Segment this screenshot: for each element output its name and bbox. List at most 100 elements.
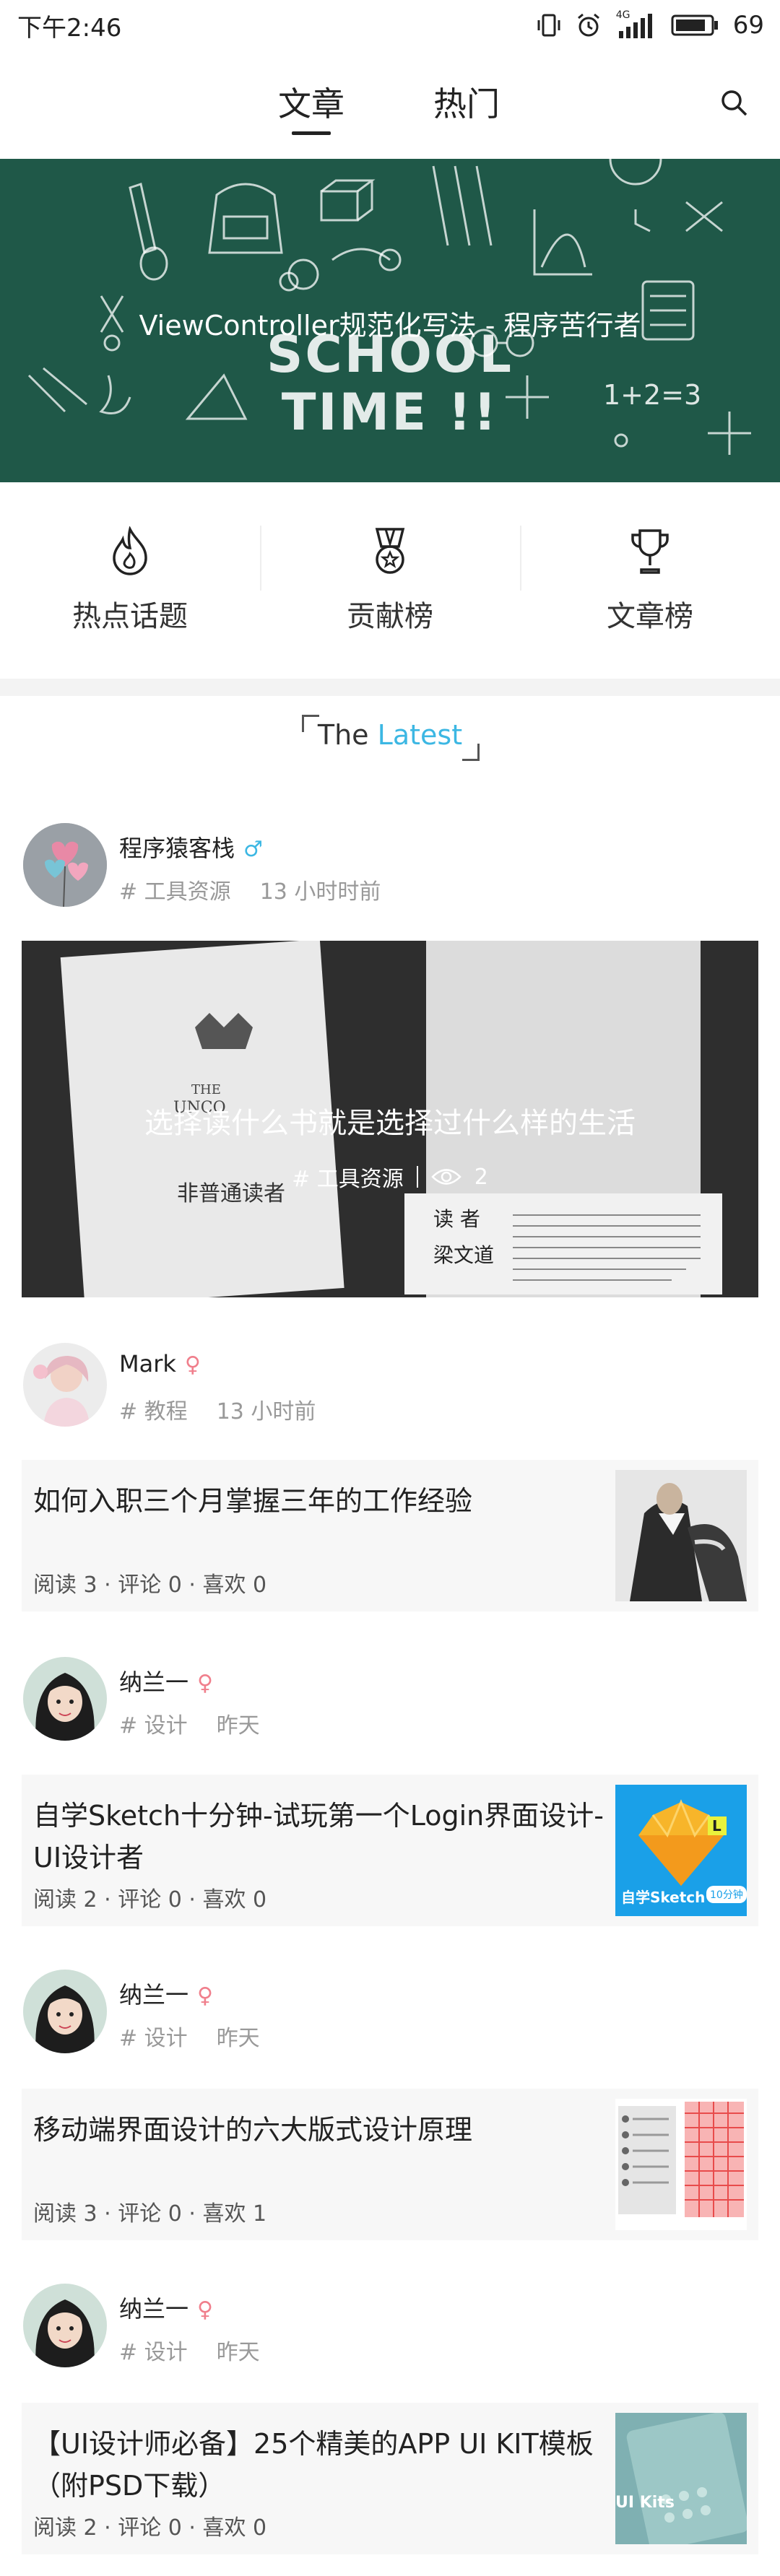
battery-icon bbox=[671, 14, 718, 36]
flame-icon bbox=[113, 526, 147, 575]
eye-icon bbox=[431, 1169, 462, 1185]
active-tab-indicator bbox=[292, 131, 331, 135]
post-meta: # 设计 昨天 bbox=[119, 2334, 260, 2366]
status-time: 下午2:46 bbox=[17, 13, 122, 43]
status-bar: 下午2:46 4G 69 bbox=[0, 0, 780, 51]
post-author[interactable]: 程序猿客栈 ♂ # 工具资源 13 小时时前 bbox=[0, 823, 780, 939]
post-tag[interactable]: # 设计 bbox=[119, 1713, 188, 1739]
tab-hot[interactable]: 热门 bbox=[433, 78, 500, 126]
article-card[interactable]: 【UI设计师必备】25个精美的APP UI KIT模板（附PSD下载） 阅读 2… bbox=[22, 2403, 758, 2554]
featured-article-title: 选择读什么书就是选择过什么样的生活 bbox=[144, 1107, 636, 1140]
bracket-left bbox=[302, 715, 319, 732]
female-icon: ♀ bbox=[184, 1352, 201, 1378]
male-icon: ♂ bbox=[243, 837, 263, 862]
author-name: 纳兰一 ♀ bbox=[119, 2291, 213, 2324]
author-name-text: 纳兰一 bbox=[119, 2295, 189, 2323]
post-author[interactable]: 纳兰一 ♀ # 设计 昨天 bbox=[0, 1657, 780, 1772]
meta-divider bbox=[416, 1166, 418, 1188]
tab-articles[interactable]: 文章 bbox=[278, 78, 344, 126]
featured-article-tag: # 工具资源 bbox=[292, 1167, 404, 1192]
avatar[interactable] bbox=[23, 2284, 107, 2367]
quick-link-label: 贡献榜 bbox=[347, 600, 433, 633]
article-thumbnail: UI Kits bbox=[615, 2413, 747, 2544]
medal-icon bbox=[375, 528, 405, 574]
section-divider bbox=[0, 679, 780, 696]
avatar[interactable] bbox=[23, 1657, 107, 1741]
post-time: 13 小时时前 bbox=[259, 879, 381, 905]
trophy-icon bbox=[631, 529, 669, 574]
status-icons: 4G 69 bbox=[537, 9, 764, 40]
article-title: 自学Sketch十分钟-试玩第一个Login界面设计-UI设计者 bbox=[33, 1800, 604, 1874]
post-meta: # 设计 昨天 bbox=[119, 1707, 260, 1739]
post-time: 昨天 bbox=[216, 2340, 260, 2365]
view-count: 2 bbox=[474, 1164, 488, 1190]
article-card[interactable]: 自学Sketch十分钟-试玩第一个Login界面设计-UI设计者 阅读 2 · … bbox=[22, 1775, 758, 1926]
article-thumbnail bbox=[615, 1470, 747, 1601]
thumbnail-text: UI Kits bbox=[615, 2494, 675, 2512]
quick-link-hot-topics[interactable]: 热点话题 bbox=[0, 482, 260, 679]
quick-link-contribution-rank[interactable]: 贡献榜 bbox=[260, 482, 520, 679]
banner-art-formula: 1+2=3 bbox=[603, 379, 702, 411]
article-title: 【UI设计师必备】25个精美的APP UI KIT模板（附PSD下载） bbox=[33, 2428, 594, 2502]
post-tag[interactable]: # 设计 bbox=[119, 2026, 188, 2051]
banner-title: ViewController规范化写法 - 程序苦行者 bbox=[139, 310, 641, 341]
article-stats: 阅读 2 · 评论 0 · 喜欢 0 bbox=[33, 1887, 267, 1913]
post-meta: # 工具资源 13 小时时前 bbox=[119, 874, 381, 905]
post-time: 13 小时前 bbox=[216, 1399, 316, 1424]
author-name-text: 纳兰一 bbox=[119, 1981, 189, 2009]
avatar[interactable] bbox=[23, 1343, 107, 1427]
author-name-text: 程序猿客栈 bbox=[119, 835, 235, 862]
author-name: 纳兰一 ♀ bbox=[119, 1977, 213, 2010]
post-author[interactable]: 纳兰一 ♀ # 设计 昨天 bbox=[0, 1970, 780, 2085]
post-tag[interactable]: # 设计 bbox=[119, 2340, 188, 2365]
article-thumbnail bbox=[615, 2099, 747, 2230]
svg-text:L: L bbox=[712, 1817, 722, 1835]
author-name-text: 纳兰一 bbox=[119, 1668, 189, 1696]
featured-article-meta: # 工具资源 2 bbox=[22, 1161, 758, 1193]
article-card[interactable]: 如何入职三个月掌握三年的工作经验 阅读 3 · 评论 0 · 喜欢 0 bbox=[22, 1460, 758, 1611]
post-meta: # 教程 13 小时前 bbox=[119, 1393, 316, 1425]
post-time: 昨天 bbox=[216, 1713, 260, 1739]
author-name: 纳兰一 ♀ bbox=[119, 1664, 213, 1697]
svg-text:THE: THE bbox=[191, 1082, 221, 1097]
latest-highlight: Latest bbox=[377, 719, 463, 751]
article-thumbnail: L 自学Sketch 10分钟 bbox=[615, 1785, 747, 1916]
thumbnail-badge: 10分钟 bbox=[706, 1886, 747, 1903]
article-card[interactable]: 移动端界面设计的六大版式设计原理 阅读 3 · 评论 0 · 喜欢 1 bbox=[22, 2089, 758, 2240]
featured-article-card[interactable]: THE UNCO 非普通读者 读 者 梁文道 选择读什么书就是选择过什么样的生活… bbox=[22, 941, 758, 1297]
quick-link-article-rank[interactable]: 文章榜 bbox=[520, 482, 780, 679]
post-tag[interactable]: # 工具资源 bbox=[119, 879, 231, 905]
svg-text:读 者: 读 者 bbox=[433, 1207, 480, 1231]
female-icon: ♀ bbox=[197, 2297, 213, 2323]
avatar[interactable] bbox=[23, 823, 107, 907]
author-name-text: Mark bbox=[119, 1350, 176, 1378]
alarm-icon bbox=[577, 13, 599, 37]
author-name: Mark ♀ bbox=[119, 1350, 201, 1378]
top-header: 文章 热门 bbox=[0, 51, 780, 159]
quick-link-label: 热点话题 bbox=[72, 600, 188, 633]
battery-level: 69 bbox=[732, 11, 764, 40]
signal-icon: 4G bbox=[615, 9, 656, 38]
post-author[interactable]: Mark ♀ # 教程 13 小时前 bbox=[0, 1343, 780, 1458]
article-title: 如何入职三个月掌握三年的工作经验 bbox=[33, 1485, 473, 1517]
latest-prefix: The bbox=[317, 719, 369, 751]
article-title: 移动端界面设计的六大版式设计原理 bbox=[33, 2114, 473, 2146]
female-icon: ♀ bbox=[197, 1983, 213, 2009]
avatar[interactable] bbox=[23, 1970, 107, 2053]
network-type: 4G bbox=[615, 9, 630, 21]
search-icon[interactable] bbox=[719, 88, 748, 117]
quick-links: 热点话题 贡献榜 文章榜 bbox=[0, 482, 780, 679]
quick-link-label: 文章榜 bbox=[607, 600, 693, 633]
author-name: 程序猿客栈 ♂ bbox=[119, 830, 263, 863]
svg-text:梁文道: 梁文道 bbox=[433, 1243, 494, 1267]
post-meta: # 设计 昨天 bbox=[119, 2020, 260, 2052]
post-author[interactable]: 纳兰一 ♀ # 设计 昨天 bbox=[0, 2284, 780, 2399]
article-stats: 阅读 3 · 评论 0 · 喜欢 1 bbox=[33, 2201, 267, 2227]
post-tag[interactable]: # 教程 bbox=[119, 1399, 188, 1424]
thumbnail-text: 自学Sketch bbox=[621, 1889, 706, 1906]
post-time: 昨天 bbox=[216, 2026, 260, 2051]
article-stats: 阅读 3 · 评论 0 · 喜欢 0 bbox=[33, 1572, 267, 1598]
vibrate-icon bbox=[537, 14, 560, 37]
banner-carousel[interactable]: SCHOOL TIME !! 1+2=3 ViewController规范化写法… bbox=[0, 159, 780, 482]
bracket-right bbox=[462, 744, 480, 761]
